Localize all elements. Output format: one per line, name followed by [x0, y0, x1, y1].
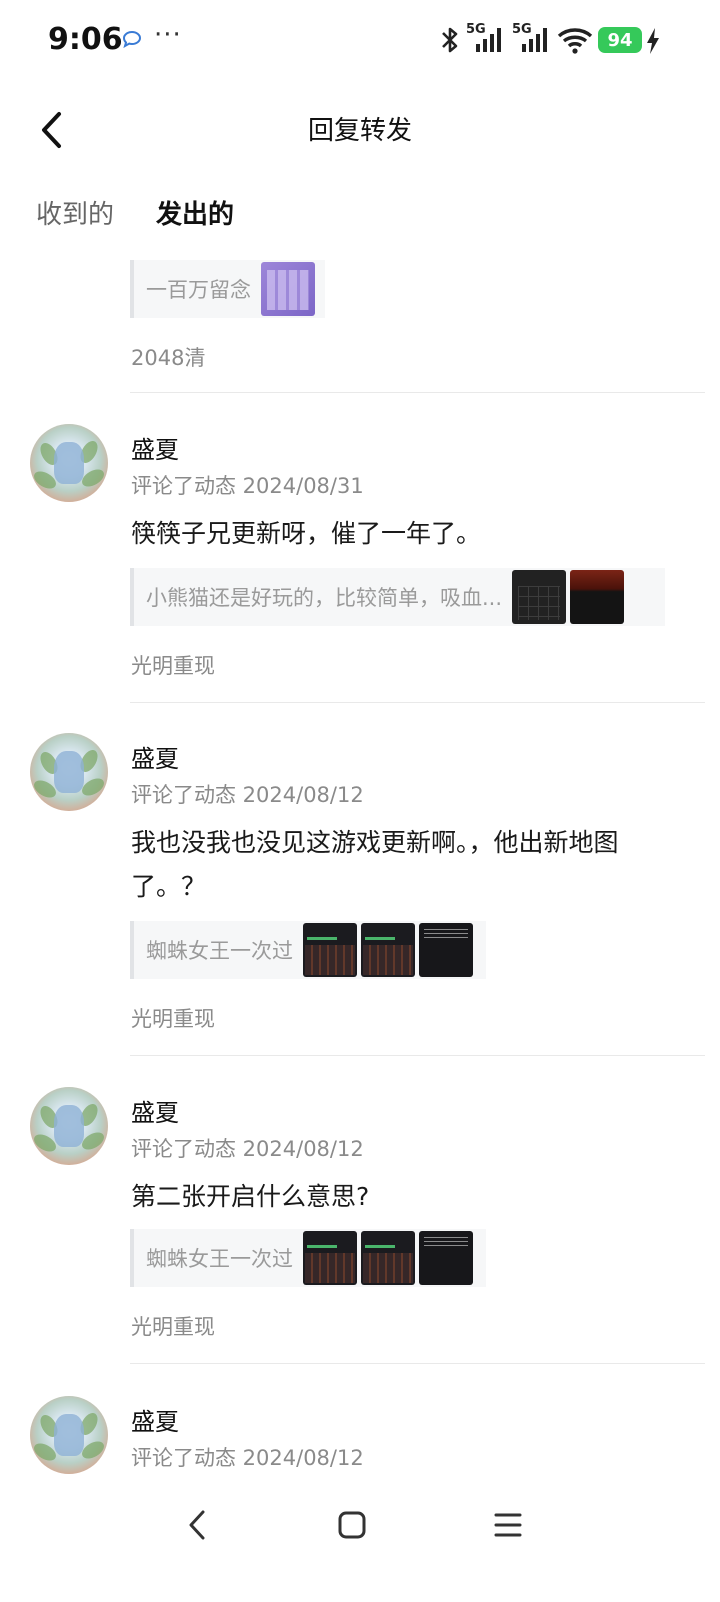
quoted-post[interactable]: 小熊猫还是好玩的，比较简单，吸血...: [130, 568, 665, 626]
nav-home-button[interactable]: [327, 1500, 377, 1550]
post-thumbnail: [361, 923, 415, 977]
divider: [130, 1363, 705, 1364]
post-thumbnail: [303, 1231, 357, 1285]
quoted-post-images: [261, 262, 315, 316]
status-bar: 9:06 ··· 5G 5G 94: [0, 0, 720, 80]
avatar[interactable]: [30, 1087, 108, 1165]
comment-meta: 评论了动态 2024/08/12: [131, 1446, 364, 1470]
source-game[interactable]: 光明重现: [131, 1311, 215, 1341]
post-thumbnail: [419, 923, 473, 977]
quoted-post-text: 蜘蛛女王一次过: [146, 939, 293, 963]
post-thumbnail: [419, 1231, 473, 1285]
quoted-post[interactable]: 蜘蛛女王一次过: [130, 1229, 486, 1287]
status-time: 9:06: [48, 22, 123, 57]
nav-back-button[interactable]: [172, 1500, 222, 1550]
divider: [130, 702, 705, 703]
username[interactable]: 盛夏: [131, 739, 179, 774]
source-game[interactable]: 光明重现: [131, 650, 215, 680]
tab-bar: 收到的 发出的: [0, 188, 720, 238]
tab-sent[interactable]: 发出的: [156, 194, 234, 231]
signal-icon-2: [522, 28, 547, 52]
header: 回复转发: [0, 90, 720, 170]
post-thumbnail: [512, 570, 567, 624]
post-thumbnail: [570, 570, 625, 624]
nav-back-icon: [189, 1510, 205, 1540]
tab-received[interactable]: 收到的: [36, 194, 114, 231]
post-thumbnail: [361, 1231, 415, 1285]
quoted-post[interactable]: 蜘蛛女王一次过: [130, 921, 486, 979]
quoted-post-text: 一百万留念: [146, 278, 251, 302]
avatar[interactable]: [30, 733, 108, 811]
username[interactable]: 盛夏: [131, 1093, 179, 1128]
username[interactable]: 盛夏: [131, 430, 179, 465]
nav-menu-icon: [494, 1513, 522, 1537]
username[interactable]: 盛夏: [131, 1402, 179, 1437]
nav-menu-button[interactable]: [483, 1500, 533, 1550]
quoted-post-text: 蜘蛛女王一次过: [146, 1247, 293, 1271]
wifi-icon: [557, 28, 593, 54]
comment-text[interactable]: 我也没我也没见这游戏更新啊。，他出新地图了。？: [131, 821, 681, 909]
comment-meta: 评论了动态 2024/08/31: [131, 474, 364, 498]
nav-home-icon: [338, 1511, 366, 1539]
signal-icon-1: [476, 28, 501, 52]
quoted-post-images: [303, 1231, 473, 1285]
quoted-post-images: [303, 923, 473, 977]
comment-meta: 评论了动态 2024/08/12: [131, 783, 364, 807]
battery-indicator: 94: [598, 27, 642, 53]
system-nav-bar: [0, 1490, 720, 1560]
comment-text[interactable]: 第二张开启什么意思?: [131, 1175, 691, 1219]
post-thumbnail: [261, 262, 315, 316]
quoted-post[interactable]: 一百万留念: [130, 260, 325, 318]
quoted-post-text: 小熊猫还是好玩的，比较简单，吸血...: [146, 586, 503, 610]
charging-bolt-icon: [647, 28, 659, 54]
source-game[interactable]: 2048清: [131, 342, 205, 372]
divider: [130, 392, 705, 393]
more-notifications-icon: ···: [154, 20, 182, 50]
comment-text[interactable]: 筷筷子兄更新呀，催了一年了。: [131, 512, 691, 556]
battery-level: 94: [607, 29, 633, 51]
avatar[interactable]: [30, 424, 108, 502]
chat-bubble-icon: [122, 30, 142, 48]
page-title: 回复转发: [307, 116, 412, 146]
bluetooth-icon: [442, 27, 458, 53]
divider: [130, 1055, 705, 1056]
source-game[interactable]: 光明重现: [131, 1003, 215, 1033]
comment-meta: 评论了动态 2024/08/12: [131, 1137, 364, 1161]
post-thumbnail: [303, 923, 357, 977]
avatar[interactable]: [30, 1396, 108, 1474]
quoted-post-images: [512, 570, 625, 624]
